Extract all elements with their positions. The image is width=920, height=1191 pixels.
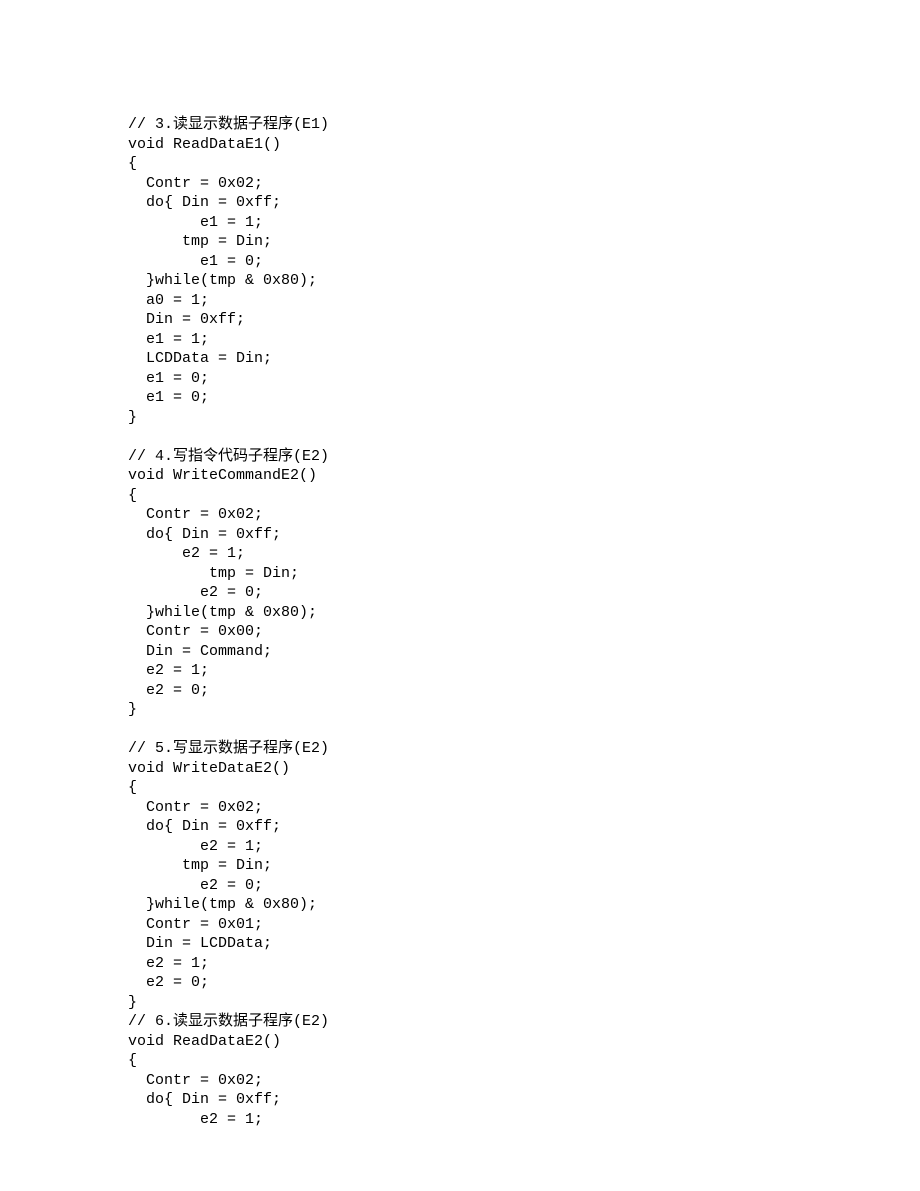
document-page: // 3.读显示数据子程序(E1) void ReadDataE1() { Co… <box>0 0 920 1129</box>
code-block: // 3.读显示数据子程序(E1) void ReadDataE1() { Co… <box>128 115 920 1129</box>
